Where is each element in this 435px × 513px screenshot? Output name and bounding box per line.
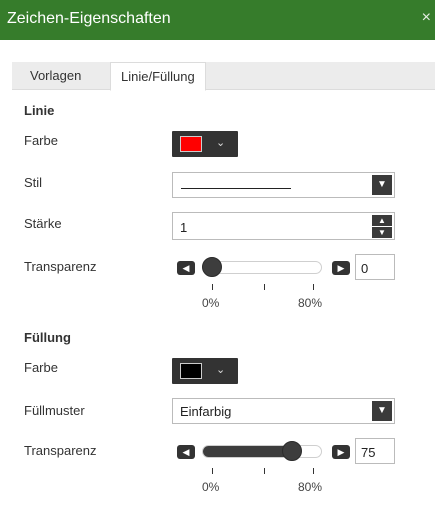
- fill-transparency-slider[interactable]: ◀ ▶ 75: [172, 437, 396, 467]
- tick-label-max: 80%: [298, 296, 323, 310]
- dialog-titlebar: Zeichen-Eigenschaften ×: [0, 0, 435, 40]
- tick-mark: [264, 284, 265, 290]
- tick-mark: [313, 468, 314, 474]
- tab-linie-fuellung[interactable]: Linie/Füllung: [110, 62, 206, 91]
- line-style-select[interactable]: ▼: [172, 172, 395, 198]
- fill-transparency-ticks: 0% 80%: [172, 468, 396, 498]
- close-icon[interactable]: ×: [422, 9, 431, 27]
- section-title-fuellung: Füllung: [24, 330, 71, 345]
- slider-thumb[interactable]: [282, 441, 302, 461]
- fill-color-label: Farbe: [24, 360, 58, 375]
- tick-label-max: 80%: [298, 480, 323, 494]
- tick-mark: [212, 284, 213, 290]
- line-width-stepper[interactable]: 1 ▲ ▼: [172, 212, 395, 240]
- decrease-icon[interactable]: ◀: [177, 445, 195, 459]
- fill-color-swatch: [180, 363, 202, 379]
- line-width-label: Stärke: [24, 216, 62, 231]
- line-transparency-slider[interactable]: ◀ ▶ 0: [172, 253, 396, 283]
- tab-bar: Vorlagen Linie/Füllung: [12, 62, 435, 91]
- line-color-button[interactable]: ⌄: [172, 131, 238, 157]
- dialog-title: Zeichen-Eigenschaften: [7, 10, 171, 27]
- chevron-down-icon[interactable]: ▼: [372, 401, 392, 421]
- tick-mark: [264, 468, 265, 474]
- chevron-up-icon[interactable]: ▲: [372, 215, 392, 226]
- chevron-down-icon: ⌄: [216, 364, 226, 376]
- line-transparency-ticks: 0% 80%: [172, 284, 396, 314]
- fill-transparency-label: Transparenz: [24, 443, 97, 458]
- fill-color-button[interactable]: ⌄: [172, 358, 238, 384]
- fill-pattern-select[interactable]: Einfarbig ▼: [172, 398, 395, 424]
- section-title-linie: Linie: [24, 103, 55, 118]
- tick-label-min: 0%: [202, 296, 220, 310]
- tick-mark: [313, 284, 314, 290]
- line-style-label: Stil: [24, 175, 43, 190]
- decrease-icon[interactable]: ◀: [177, 261, 195, 275]
- chevron-down-icon[interactable]: ▼: [372, 175, 392, 195]
- chevron-down-icon: ⌄: [216, 137, 226, 149]
- tab-vorlagen[interactable]: Vorlagen: [20, 62, 91, 90]
- fill-pattern-label: Füllmuster: [24, 403, 85, 418]
- line-color-label: Farbe: [24, 133, 58, 148]
- slider-thumb[interactable]: [202, 257, 222, 277]
- slider-track[interactable]: [202, 445, 322, 458]
- slider-fill: [203, 446, 293, 457]
- tick-label-min: 0%: [202, 480, 220, 494]
- line-style-preview: [181, 188, 291, 189]
- fill-pattern-value: Einfarbig: [180, 404, 232, 419]
- fill-transparency-input[interactable]: 75: [355, 438, 395, 464]
- line-width-value[interactable]: 1: [180, 220, 187, 235]
- tick-mark: [212, 468, 213, 474]
- increase-icon[interactable]: ▶: [332, 445, 350, 459]
- line-color-swatch: [180, 136, 202, 152]
- increase-icon[interactable]: ▶: [332, 261, 350, 275]
- chevron-down-icon[interactable]: ▼: [372, 227, 392, 238]
- line-transparency-input[interactable]: 0: [355, 254, 395, 280]
- line-transparency-label: Transparenz: [24, 259, 97, 274]
